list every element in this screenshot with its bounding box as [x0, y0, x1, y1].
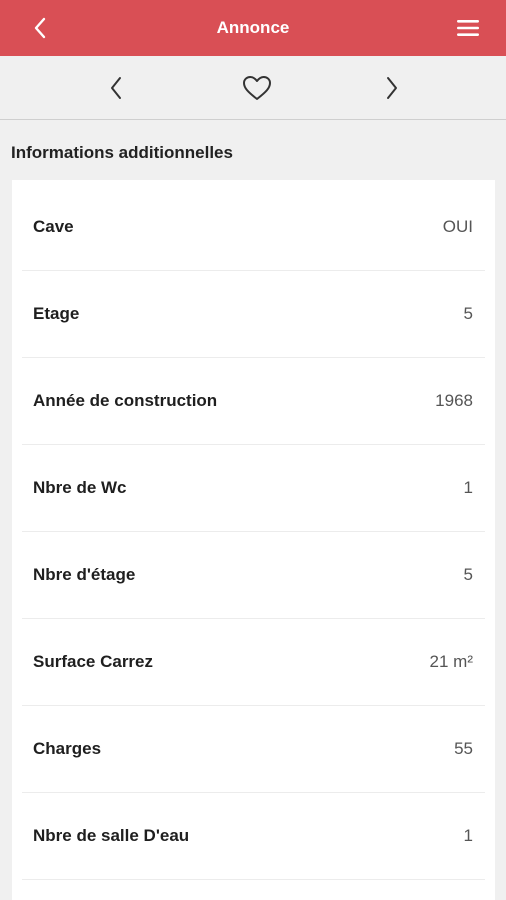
detail-value: 55 — [454, 739, 473, 758]
detail-value: OUI — [442, 217, 473, 236]
detail-value: 1 — [463, 478, 473, 497]
top-app-bar: Annonce — [0, 0, 506, 56]
detail-row-etage: Etage 5 — [22, 271, 485, 358]
detail-value: 1968 — [435, 391, 473, 410]
back-button[interactable] — [26, 14, 54, 42]
heart-outline-icon — [243, 76, 271, 100]
detail-row-cave: Cave OUI — [22, 184, 485, 271]
detail-row-nbre-salle-eau: Nbre de salle D'eau 1 — [22, 793, 485, 880]
detail-row-nbre-etage: Nbre d'étage 5 — [22, 532, 485, 619]
detail-row-nbre-wc: Nbre de Wc 1 — [22, 445, 485, 532]
page-title: Annonce — [216, 18, 290, 37]
menu-button[interactable] — [454, 14, 482, 42]
section-title: Informations additionnelles — [11, 143, 233, 162]
detail-value: 5 — [463, 304, 473, 323]
detail-row-annee-construction: Année de construction 1968 — [22, 358, 485, 445]
detail-row-surface-carrez: Surface Carrez 21 m² — [22, 619, 485, 706]
detail-label: Charges — [33, 739, 102, 758]
detail-label: Nbre de Wc — [33, 478, 127, 497]
chevron-left-icon — [111, 77, 121, 99]
next-listing-button[interactable] — [374, 70, 410, 106]
detail-label: Cave — [33, 217, 74, 236]
detail-value: 5 — [463, 565, 473, 584]
detail-label: Nbre d'étage — [33, 565, 136, 584]
detail-label: Année de construction — [33, 391, 218, 410]
detail-label: Etage — [33, 304, 80, 323]
details-card: Cave OUI Etage 5 Année de construction 1… — [12, 180, 495, 900]
detail-row-charges: Charges 55 — [22, 706, 485, 793]
detail-label: Surface Carrez — [33, 652, 154, 671]
detail-value: 1 — [463, 826, 473, 845]
detail-label: Nbre de salle D'eau — [33, 826, 190, 845]
chevron-left-icon — [34, 17, 46, 39]
detail-value: 21 m² — [429, 652, 473, 671]
chevron-right-icon — [387, 77, 397, 99]
previous-listing-button[interactable] — [98, 70, 134, 106]
listing-navigation-bar — [0, 56, 506, 120]
hamburger-menu-icon — [457, 20, 479, 36]
favorite-button[interactable] — [239, 70, 275, 106]
